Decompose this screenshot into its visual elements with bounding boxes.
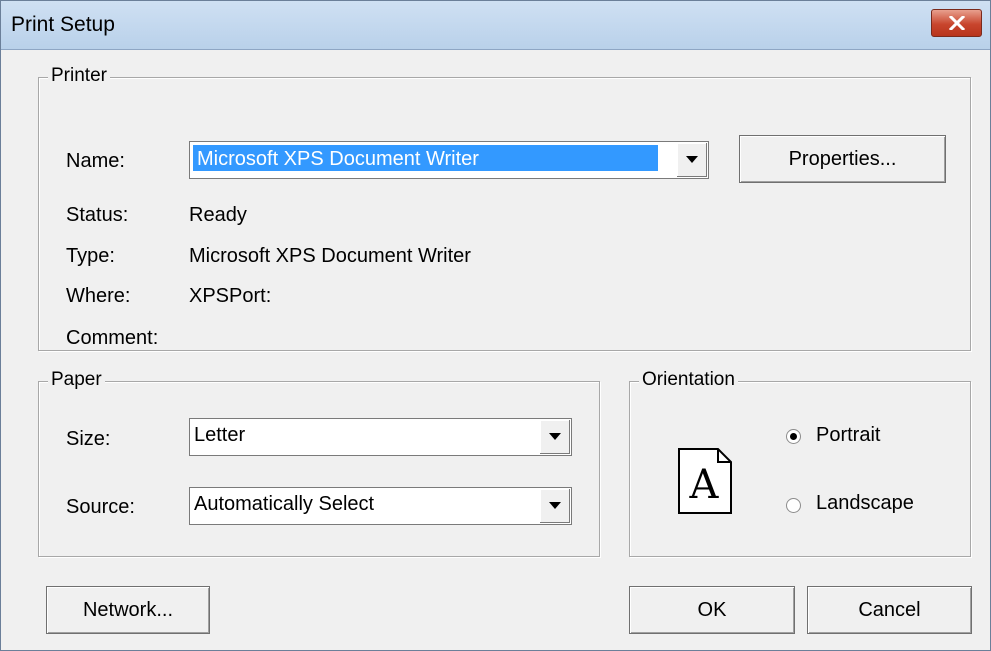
printer-group: Printer Name: Microsoft XPS Document Wri… — [38, 65, 971, 351]
cancel-button-label: Cancel — [858, 599, 921, 621]
printer-name-dropdown-button[interactable] — [676, 143, 707, 177]
printer-name-label: Name: — [66, 150, 125, 172]
paper-group: Paper Size: Letter Source: Automatically… — [38, 369, 600, 557]
landscape-radio[interactable] — [786, 498, 801, 513]
paper-size-label: Size: — [66, 428, 111, 450]
page-preview-letter: A — [689, 462, 720, 508]
orientation-group: Orientation A Portrait Landscape — [629, 369, 971, 557]
chevron-down-icon — [549, 433, 561, 440]
paper-size-dropdown-button[interactable] — [539, 420, 570, 454]
type-value: Microsoft XPS Document Writer — [189, 245, 471, 267]
network-button[interactable]: Network... — [46, 586, 210, 634]
paper-source-dropdown-button[interactable] — [539, 489, 570, 523]
printer-group-legend: Printer — [48, 65, 110, 87]
paper-size-dropdown[interactable]: Letter — [189, 418, 572, 456]
paper-source-dropdown[interactable]: Automatically Select — [189, 487, 572, 525]
paper-size-value: Letter — [194, 424, 246, 446]
network-button-label: Network... — [82, 599, 174, 621]
close-icon — [949, 16, 965, 30]
print-setup-dialog: Print Setup Printer Name: Microsoft XPS … — [0, 0, 991, 651]
cancel-button[interactable]: Cancel — [807, 586, 972, 634]
paper-group-legend: Paper — [48, 369, 105, 391]
portrait-page-icon: A — [678, 448, 732, 514]
portrait-label[interactable]: Portrait — [816, 424, 880, 447]
portrait-radio[interactable] — [786, 429, 801, 444]
comment-label: Comment: — [66, 327, 159, 349]
properties-button[interactable]: Properties... — [739, 135, 946, 183]
ok-button-label: OK — [697, 599, 727, 621]
paper-source-value: Automatically Select — [194, 493, 375, 515]
title-bar[interactable]: Print Setup — [1, 1, 990, 50]
orientation-group-legend: Orientation — [639, 369, 738, 391]
chevron-down-icon — [549, 502, 561, 509]
chevron-down-icon — [686, 156, 698, 163]
ok-button[interactable]: OK — [629, 586, 795, 634]
properties-button-label: Properties... — [788, 148, 897, 170]
dialog-body: Printer Name: Microsoft XPS Document Wri… — [1, 50, 990, 650]
status-value: Ready — [189, 204, 247, 226]
paper-source-label: Source: — [66, 496, 135, 518]
close-button[interactable] — [931, 9, 982, 37]
where-value: XPSPort: — [189, 285, 272, 307]
printer-name-value: Microsoft XPS Document Writer — [193, 145, 658, 171]
printer-name-dropdown[interactable]: Microsoft XPS Document Writer — [189, 141, 709, 179]
landscape-label[interactable]: Landscape — [816, 492, 914, 515]
window-title: Print Setup — [11, 13, 115, 36]
status-label: Status: — [66, 204, 129, 226]
portrait-radio-dot — [790, 433, 797, 440]
type-label: Type: — [66, 245, 115, 267]
where-label: Where: — [66, 285, 131, 307]
